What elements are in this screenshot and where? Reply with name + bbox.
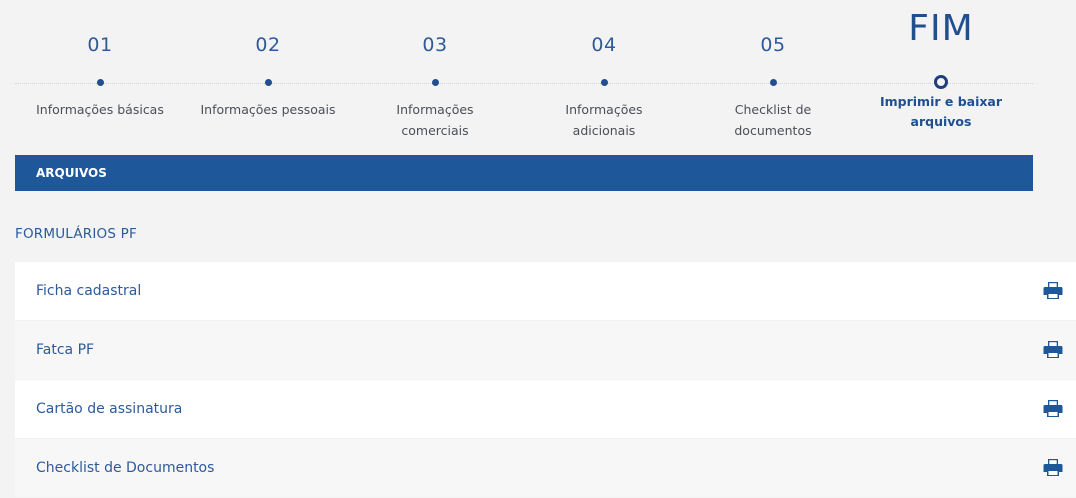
step-final[interactable]: FIM Imprimir e baixar arquivos xyxy=(856,0,1026,155)
file-name[interactable]: Fatca PF xyxy=(36,321,94,380)
print-icon[interactable] xyxy=(1043,400,1063,418)
group-title: FORMULÁRIOS PF xyxy=(15,226,137,242)
step-number: FIM xyxy=(908,8,974,49)
step-number: 04 xyxy=(591,34,617,56)
step-label: Informações básicas xyxy=(36,102,164,117)
step-3[interactable]: 03 Informações comerciais xyxy=(350,0,520,155)
step-label: Informações adicionais xyxy=(565,102,643,138)
step-4[interactable]: 04 Informações adicionais xyxy=(519,0,689,155)
file-name[interactable]: Checklist de Documentos xyxy=(36,439,214,498)
file-name[interactable]: Ficha cadastral xyxy=(36,262,141,321)
file-list: Ficha cadastral Fatca PF Cartão de assin… xyxy=(15,262,1076,498)
list-item: Cartão de assinatura xyxy=(15,380,1076,439)
step-label: Informações pessoais xyxy=(200,102,336,117)
print-icon[interactable] xyxy=(1043,341,1063,359)
list-item: Checklist de Documentos xyxy=(15,439,1076,498)
print-icon[interactable] xyxy=(1043,282,1063,300)
list-item: Fatca PF xyxy=(15,321,1076,380)
step-dot xyxy=(431,79,439,86)
print-icon[interactable] xyxy=(1043,459,1063,477)
step-1[interactable]: 01 Informações básicas xyxy=(15,0,185,155)
step-label: Checklist de documentos xyxy=(734,102,812,138)
step-dot xyxy=(769,79,777,86)
list-item: Ficha cadastral xyxy=(15,262,1076,321)
step-5[interactable]: 05 Checklist de documentos xyxy=(688,0,858,155)
step-number: 05 xyxy=(760,34,786,56)
step-current-indicator xyxy=(934,75,948,89)
step-dot xyxy=(600,79,608,86)
step-number: 01 xyxy=(87,34,113,56)
step-2[interactable]: 02 Informações pessoais xyxy=(183,0,353,155)
file-name[interactable]: Cartão de assinatura xyxy=(36,380,182,439)
progress-stepper: 01 Informações básicas 02 Informações pe… xyxy=(15,0,1033,155)
step-dot xyxy=(264,79,272,86)
step-label: Imprimir e baixar arquivos xyxy=(879,94,1003,129)
step-number: 03 xyxy=(422,34,448,56)
step-label: Informações comerciais xyxy=(396,102,474,138)
step-number: 02 xyxy=(255,34,281,56)
section-header: ARQUIVOS xyxy=(15,155,1033,191)
step-dot xyxy=(96,79,104,86)
